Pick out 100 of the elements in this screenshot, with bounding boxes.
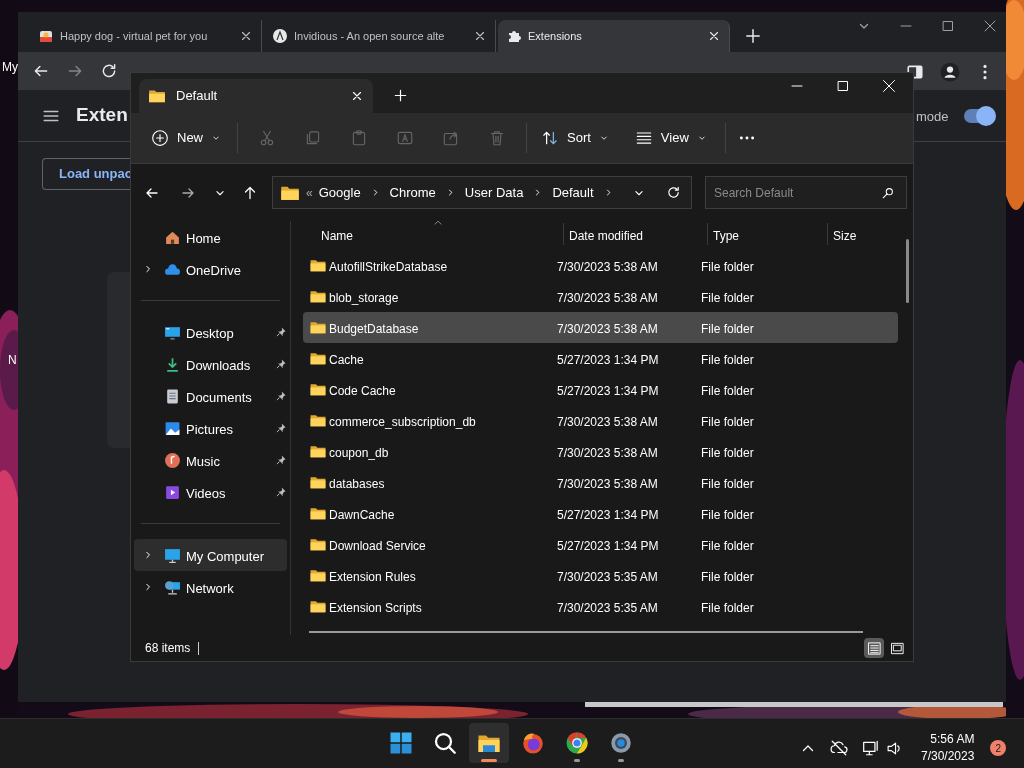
close-icon[interactable] [881, 78, 897, 94]
file-name: databases [329, 476, 385, 493]
file-name: AutofillStrikeDatabase [329, 259, 448, 276]
column-header[interactable]: Size [833, 227, 857, 245]
file-row[interactable]: coupon_db 7/30/2023 5:38 AM File folder [303, 436, 898, 467]
view-button[interactable]: View [626, 123, 715, 153]
new-tab-icon[interactable] [744, 27, 762, 45]
file-name: Extension Scripts [329, 600, 422, 617]
close-icon[interactable] [473, 29, 487, 43]
file-row[interactable]: Cache 5/27/2023 1:34 PM File folder [303, 343, 898, 374]
file-row[interactable]: BudgetDatabase 7/30/2023 5:38 AM File folder [303, 312, 898, 343]
folder-icon [309, 474, 327, 491]
close-icon[interactable] [350, 89, 364, 103]
new-tab-icon[interactable] [393, 88, 408, 103]
close-icon[interactable] [707, 29, 721, 43]
taskbar-button[interactable] [469, 723, 509, 763]
breadcrumb-item[interactable]: Google [318, 182, 361, 203]
caret-icon [211, 133, 221, 143]
folder-icon [309, 412, 327, 429]
caret-icon [598, 133, 609, 143]
file-row[interactable]: blob_storage 7/30/2023 5:38 AM File folder [303, 281, 898, 312]
file-row[interactable]: Download Service 5/27/2023 1:34 PM File folder [303, 529, 898, 560]
scroll-thumb[interactable] [906, 239, 909, 303]
address-bar[interactable]: « Google Chrome User Data Default [272, 176, 692, 209]
date-modified: 7/30/2023 5:38 AM [557, 321, 658, 338]
scroll-thumb[interactable] [585, 702, 1003, 707]
list-lines-icon [634, 129, 653, 147]
search-field[interactable]: Search Default [705, 176, 907, 209]
breadcrumb-item[interactable]: Default [552, 182, 594, 203]
nav-item[interactable]: Videos [134, 476, 287, 508]
gear-icon [609, 731, 633, 755]
browser-tab[interactable]: Extensions [498, 20, 730, 52]
desktop-icon-label: N [8, 352, 17, 369]
refresh-icon[interactable] [666, 185, 681, 200]
file-type: File folder [701, 383, 754, 400]
nav-item[interactable]: Desktop [134, 316, 287, 348]
notification-badge[interactable]: 2 [990, 740, 1007, 756]
folder-icon [309, 257, 327, 274]
clock-time[interactable]: 5:56 AM [930, 731, 975, 748]
nav-item[interactable]: My Computer [134, 539, 287, 571]
file-name: Download Service [329, 538, 426, 555]
round-browser-icon [565, 731, 589, 755]
folder-icon [309, 598, 327, 615]
new-button[interactable]: New [149, 123, 223, 153]
file-row[interactable]: DawnCache 5/27/2023 1:34 PM File folder [303, 498, 898, 529]
network-icon [164, 579, 181, 596]
maximize-icon[interactable] [940, 18, 956, 34]
toggle-switch[interactable] [964, 109, 994, 123]
file-row[interactable]: databases 7/30/2023 5:38 AM File folder [303, 467, 898, 498]
nav-item[interactable]: Music [134, 444, 287, 476]
nav-item[interactable]: Downloads [134, 348, 287, 380]
profile-icon[interactable] [940, 62, 960, 82]
file-row[interactable]: AutofillStrikeDatabase 7/30/2023 5:38 AM File folder [303, 250, 898, 281]
view-mode-button[interactable] [864, 638, 884, 658]
date-modified: 5/27/2023 1:34 PM [557, 383, 659, 400]
file-row[interactable]: Extension Scripts 7/30/2023 5:35 AM File folder [303, 591, 898, 622]
plus-circle-icon [151, 129, 169, 147]
nav-item[interactable]: Pictures [134, 412, 287, 444]
overflow-mark[interactable]: « [306, 183, 313, 202]
nav-item[interactable]: Home [134, 221, 287, 253]
video-icon [164, 484, 181, 501]
column-header[interactable]: Type [713, 227, 739, 245]
reload-icon[interactable] [100, 62, 118, 80]
file-name: blob_storage [329, 290, 399, 307]
column-header[interactable]: Date modified [569, 227, 644, 245]
folder-icon [309, 381, 327, 398]
caret-icon [696, 133, 707, 143]
column-header[interactable]: Name [321, 227, 353, 245]
folder-icon [309, 505, 327, 522]
breadcrumb-item[interactable]: User Data [464, 182, 524, 203]
clock-date[interactable]: 7/30/2023 [921, 748, 975, 765]
close-icon[interactable] [982, 18, 998, 34]
load-unpacked-button[interactable]: Load unpac [42, 158, 130, 190]
folder-icon [309, 319, 327, 336]
close-icon[interactable] [239, 29, 253, 43]
file-row[interactable]: commerce_subscription_db 7/30/2023 5:38 AM File folder [303, 405, 898, 436]
date-modified: 7/30/2023 5:38 AM [557, 445, 658, 462]
maximize-icon[interactable] [835, 78, 851, 94]
date-modified: 7/30/2023 5:35 AM [557, 569, 658, 586]
search-icon [433, 731, 457, 755]
up-icon[interactable] [242, 184, 258, 201]
file-row[interactable]: Extension Rules 7/30/2023 5:35 AM File folder [303, 560, 898, 591]
nav-item[interactable]: Network [134, 571, 287, 603]
scroll-thumb[interactable] [309, 631, 863, 633]
nav-item[interactable]: OneDrive [134, 253, 287, 285]
date-modified: 5/27/2023 1:34 PM [557, 507, 659, 524]
search-icon[interactable] [881, 186, 895, 200]
explorer-tab[interactable]: Default [139, 79, 373, 113]
date-modified: 5/27/2023 1:34 PM [557, 352, 659, 369]
file-row[interactable]: Code Cache 5/27/2023 1:34 PM File folder [303, 374, 898, 405]
picture-icon [164, 420, 181, 437]
download-icon [164, 356, 181, 373]
tiles-view-icon [889, 640, 905, 656]
file-type: File folder [701, 538, 754, 555]
nav-item[interactable]: Documents [134, 380, 287, 412]
sort-button[interactable]: Sort [533, 123, 617, 153]
side-panel-icon[interactable] [906, 63, 924, 81]
network-icon[interactable] [862, 739, 880, 757]
cloud-off-icon[interactable] [830, 739, 848, 757]
breadcrumb-item[interactable]: Chrome [389, 182, 436, 203]
